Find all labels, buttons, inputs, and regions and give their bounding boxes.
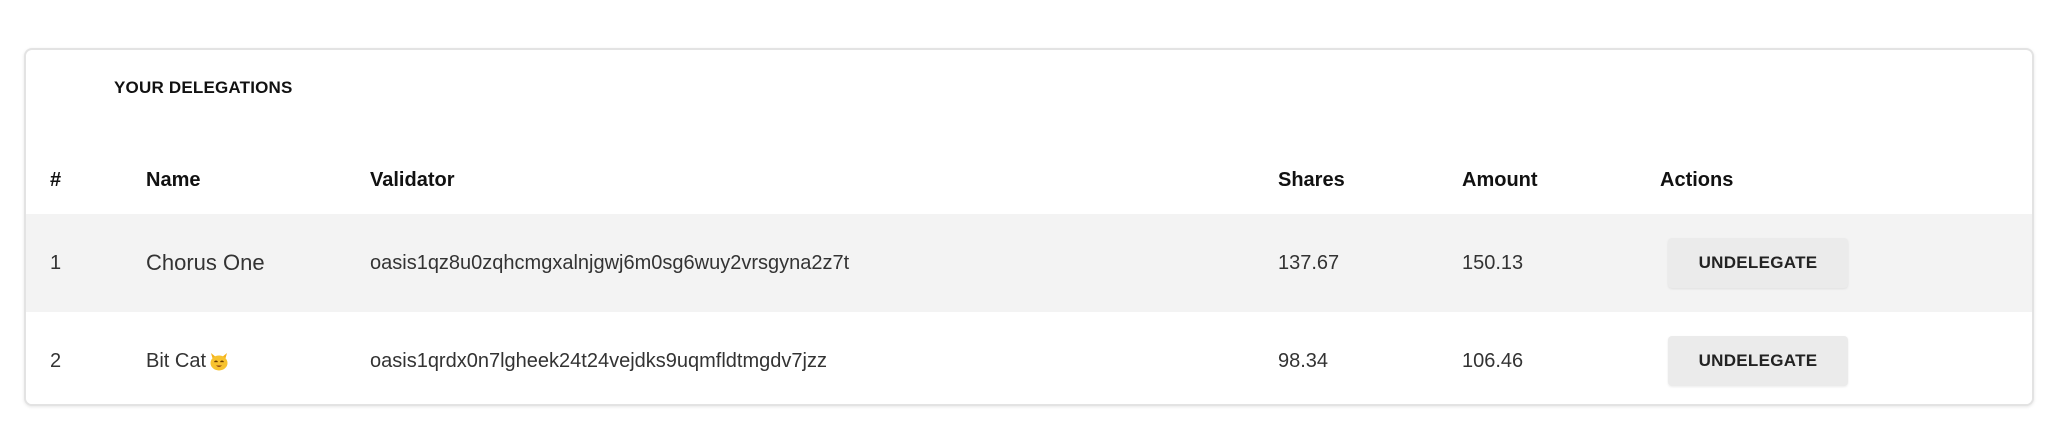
column-header-actions: Actions — [1660, 168, 1734, 191]
delegations-card: YOUR DELEGATIONS # Name Validator Shares… — [24, 48, 2034, 406]
table-header-row: # Name Validator Shares Amount Actions — [26, 146, 2032, 216]
undelegate-button[interactable]: UNDELEGATE — [1668, 336, 1848, 386]
delegations-title: YOUR DELEGATIONS — [114, 78, 293, 97]
actions-cell: UNDELEGATE — [1660, 312, 1848, 404]
validator-name-cell: Bit Cat — [146, 312, 230, 404]
column-header-shares: Shares — [1278, 168, 1345, 191]
validator-name: Bit Cat — [146, 349, 207, 372]
undelegate-button[interactable]: UNDELEGATE — [1668, 238, 1848, 288]
validator-name-cell: Chorus One — [146, 214, 265, 312]
actions-cell: UNDELEGATE — [1660, 214, 1848, 312]
amount-value: 150.13 — [1462, 251, 1524, 274]
amount-value: 106.46 — [1462, 349, 1524, 372]
validator-address: oasis1qz8u0zqhcmgxalnjgwj6m0sg6wuy2vrsgy… — [370, 251, 850, 274]
column-header-amount: Amount — [1462, 168, 1538, 191]
validator-address: oasis1qrdx0n7lgheek24t24vejdks9uqmfldtmg… — [370, 349, 827, 372]
table-row: 2 Bit Cat oasis1qrdx0n7lgheek24t24vejdks… — [26, 312, 2032, 404]
column-header-validator: Validator — [370, 168, 455, 191]
column-header-name: Name — [146, 168, 201, 191]
validator-name: Chorus One — [146, 250, 265, 275]
row-number: 1 — [50, 251, 62, 274]
cat-emoji-icon — [208, 350, 230, 372]
shares-value: 98.34 — [1278, 349, 1329, 372]
row-number: 2 — [50, 349, 62, 372]
column-header-number: # — [50, 168, 62, 191]
table-row: 1 Chorus One oasis1qz8u0zqhcmgxalnjgwj6m… — [26, 214, 2032, 314]
shares-value: 137.67 — [1278, 251, 1340, 274]
